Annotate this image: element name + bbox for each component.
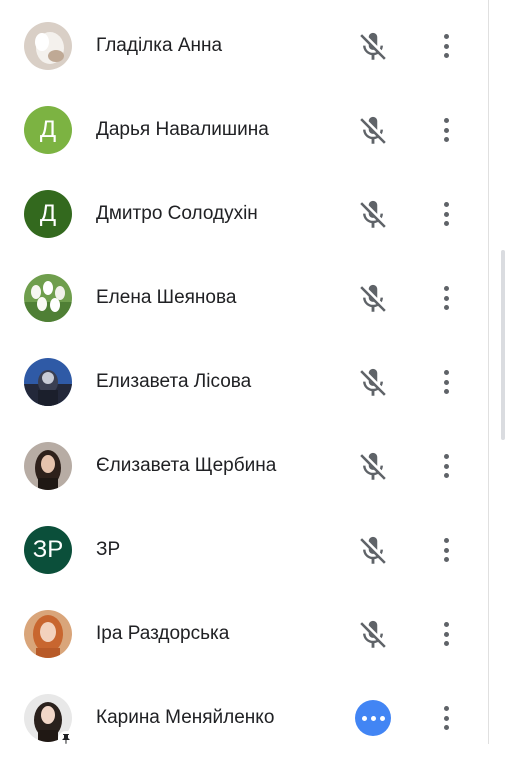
participant-row[interactable]: Д Дмитро Солодухін: [0, 172, 488, 256]
scrollbar[interactable]: [501, 250, 505, 440]
participant-row[interactable]: Єлизавета Щербина: [0, 424, 488, 508]
avatar: [24, 22, 72, 70]
avatar: ЗР: [24, 526, 72, 574]
participant-row[interactable]: Карина Меняйленко: [0, 676, 488, 760]
more-vert-icon[interactable]: [434, 451, 458, 481]
avatar-photo-icon: [24, 610, 72, 658]
avatar: [24, 274, 72, 322]
avatar: Д: [24, 190, 72, 238]
participant-row[interactable]: Іра Раздорська: [0, 592, 488, 676]
more-vert-icon[interactable]: [434, 619, 458, 649]
participants-list: Гладілка Анна Д Дарья Навалишина Д Дмитр…: [0, 0, 488, 747]
more-vert-icon[interactable]: [434, 115, 458, 145]
avatar-photo-icon: [24, 358, 72, 406]
participant-name: Іра Раздорська: [96, 623, 230, 644]
avatar-photo-icon: [24, 22, 72, 70]
more-vert-icon[interactable]: [434, 283, 458, 313]
participant-row[interactable]: Елизавета Лісова: [0, 340, 488, 424]
mic-off-icon[interactable]: [356, 198, 390, 232]
avatar-photo-icon: [24, 274, 72, 322]
more-vert-icon[interactable]: [434, 367, 458, 397]
participant-row[interactable]: Елена Шеянова: [0, 256, 488, 340]
avatar: [24, 442, 72, 490]
more-vert-icon[interactable]: [434, 703, 458, 733]
participant-name: ЗР: [96, 539, 121, 560]
avatar: Д: [24, 106, 72, 154]
mic-off-icon[interactable]: [356, 114, 390, 148]
participant-name: Дмитро Солодухін: [96, 203, 258, 224]
participant-row[interactable]: ЗР ЗР: [0, 508, 488, 592]
participant-row[interactable]: Гладілка Анна: [0, 4, 488, 88]
avatar-photo-icon: [24, 442, 72, 490]
more-horiz-icon[interactable]: [355, 700, 391, 736]
mic-off-icon[interactable]: [356, 366, 390, 400]
participant-row[interactable]: Д Дарья Навалишина: [0, 88, 488, 172]
pin-icon: [58, 731, 74, 747]
more-vert-icon[interactable]: [434, 199, 458, 229]
mic-off-icon[interactable]: [356, 282, 390, 316]
panel-divider: [488, 0, 489, 744]
participant-name: Елена Шеянова: [96, 287, 237, 308]
participant-name: Гладілка Анна: [96, 35, 223, 56]
avatar: [24, 610, 72, 658]
mic-off-icon[interactable]: [356, 30, 390, 64]
avatar: [24, 358, 72, 406]
more-vert-icon[interactable]: [434, 31, 458, 61]
participant-name: Елизавета Лісова: [96, 371, 252, 392]
participant-name: Дарья Навалишина: [96, 119, 269, 140]
participant-name: Карина Меняйленко: [96, 707, 275, 728]
mic-off-icon[interactable]: [356, 618, 390, 652]
participant-name: Єлизавета Щербина: [96, 455, 277, 476]
mic-off-icon[interactable]: [356, 534, 390, 568]
more-vert-icon[interactable]: [434, 535, 458, 565]
mic-off-icon[interactable]: [356, 450, 390, 484]
